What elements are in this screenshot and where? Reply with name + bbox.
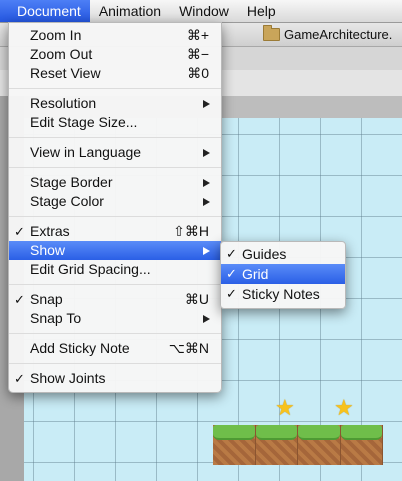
grass-tile [213, 425, 256, 465]
menu-item-label: Extras [30, 223, 70, 239]
menu-item-snap-to[interactable]: Snap To [9, 309, 221, 328]
grass-tile [298, 425, 341, 465]
menu-item-label: Show [30, 242, 66, 258]
menu-item-stage-color[interactable]: Stage Color [9, 192, 221, 211]
menu-item-zoom-out[interactable]: Zoom Out ⌘− [9, 45, 221, 64]
submenu-item-sticky-notes[interactable]: ✓ Sticky Notes [221, 284, 345, 304]
menu-item-label: Guides [242, 246, 287, 262]
menu-document[interactable]: Document [0, 0, 90, 22]
grass-tile [340, 425, 383, 465]
menu-item-label: Edit Stage Size... [30, 114, 138, 130]
shortcut-label: ⌘− [186, 46, 209, 62]
project-path[interactable]: GameArchitecture. [263, 25, 393, 42]
menu-item-label: Add Sticky Note [30, 340, 130, 356]
menu-bar: Document Animation Window Help [0, 0, 402, 23]
menu-item-label: Zoom In [30, 27, 82, 43]
menu-item-label: Resolution [30, 95, 97, 111]
star-sprite[interactable]: ★ [334, 395, 354, 421]
menu-separator [9, 363, 221, 364]
menu-animation[interactable]: Animation [90, 0, 170, 22]
menu-item-label: View in Language [30, 144, 142, 160]
menu-item-label: Show Joints [30, 370, 106, 386]
menu-item-show-joints[interactable]: ✓ Show Joints [9, 369, 221, 388]
menu-item-label: Snap [30, 291, 63, 307]
shortcut-label: ⌘0 [187, 65, 209, 81]
show-submenu: ✓ Guides ✓ Grid ✓ Sticky Notes [220, 241, 346, 309]
menu-item-label: Reset View [30, 65, 101, 81]
menu-item-reset-view[interactable]: Reset View ⌘0 [9, 64, 221, 83]
star-sprite[interactable]: ★ [275, 395, 295, 421]
menu-item-extras[interactable]: ✓ Extras ⇧⌘H [9, 222, 221, 241]
project-folder-label: GameArchitecture. [284, 27, 393, 42]
menu-item-add-sticky-note[interactable]: Add Sticky Note ⌥⌘N [9, 339, 221, 358]
ground-sprite[interactable] [213, 425, 383, 465]
menu-item-resolution[interactable]: Resolution [9, 94, 221, 113]
shortcut-label: ⌥⌘N [168, 340, 209, 356]
menu-item-zoom-in[interactable]: Zoom In ⌘+ [9, 26, 221, 45]
menu-item-label: Snap To [30, 310, 82, 326]
menu-separator [9, 88, 221, 89]
checkmark-icon: ✓ [226, 286, 237, 301]
shortcut-label: ⌘U [184, 291, 209, 307]
menu-item-snap[interactable]: ✓ Snap ⌘U [9, 290, 221, 309]
menu-separator [9, 216, 221, 217]
menu-item-label: Edit Grid Spacing... [30, 261, 151, 277]
menu-item-view-in-language[interactable]: View in Language [9, 143, 221, 162]
submenu-item-guides[interactable]: ✓ Guides [221, 244, 345, 264]
checkmark-icon: ✓ [14, 371, 25, 386]
menu-separator [9, 333, 221, 334]
submenu-arrow-icon [203, 149, 210, 157]
menu-item-label: Zoom Out [30, 46, 93, 62]
menu-item-edit-stage-size[interactable]: Edit Stage Size... [9, 113, 221, 132]
submenu-arrow-icon [203, 247, 210, 255]
submenu-arrow-icon [203, 179, 210, 187]
document-menu: Zoom In ⌘+ Zoom Out ⌘− Reset View ⌘0 Res… [8, 22, 222, 393]
menu-window[interactable]: Window [170, 0, 238, 22]
checkmark-icon: ✓ [14, 224, 25, 239]
checkmark-icon: ✓ [226, 246, 237, 261]
grass-tile [255, 425, 298, 465]
menu-separator [9, 284, 221, 285]
menu-item-label: Grid [242, 266, 269, 282]
menu-separator [9, 137, 221, 138]
submenu-item-grid[interactable]: ✓ Grid [221, 264, 345, 284]
submenu-arrow-icon [203, 315, 210, 323]
menu-item-show[interactable]: Show [9, 241, 221, 260]
shortcut-label: ⇧⌘H [173, 223, 209, 239]
menu-item-edit-grid-spacing[interactable]: Edit Grid Spacing... [9, 260, 221, 279]
menu-separator [9, 167, 221, 168]
menu-item-label: Stage Border [30, 174, 113, 190]
submenu-arrow-icon [203, 100, 210, 108]
folder-icon [263, 25, 280, 41]
menu-item-label: Sticky Notes [242, 286, 320, 302]
submenu-arrow-icon [203, 198, 210, 206]
menu-help[interactable]: Help [238, 0, 285, 22]
checkmark-icon: ✓ [226, 266, 237, 281]
shortcut-label: ⌘+ [186, 27, 209, 43]
menu-item-stage-border[interactable]: Stage Border [9, 173, 221, 192]
checkmark-icon: ✓ [14, 292, 25, 307]
menu-item-label: Stage Color [30, 193, 104, 209]
